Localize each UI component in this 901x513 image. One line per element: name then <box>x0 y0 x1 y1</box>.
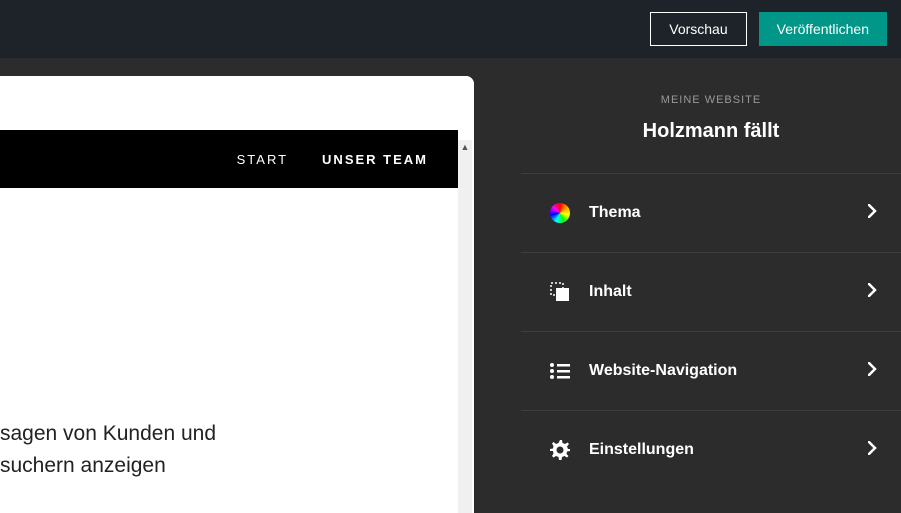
site-preview-header <box>0 76 474 130</box>
preview-scrollbar[interactable]: ▲ <box>458 140 472 513</box>
site-preview-content: sagen von Kunden und suchern anzeigen <box>0 188 474 481</box>
sidebar-item-settings[interactable]: Einstellungen <box>521 410 901 489</box>
color-wheel-icon <box>549 202 571 224</box>
preview-zone: START UNSER TEAM sagen von Kunden und su… <box>0 58 521 513</box>
editor-sidebar: MEINE WEBSITE Holzmann fällt Thema Inhal… <box>521 58 901 513</box>
scroll-up-icon[interactable]: ▲ <box>458 140 472 154</box>
preview-button[interactable]: Vorschau <box>650 12 746 46</box>
main-area: START UNSER TEAM sagen von Kunden und su… <box>0 58 901 513</box>
sidebar-item-theme[interactable]: Thema <box>521 173 901 252</box>
sidebar-item-content[interactable]: Inhalt <box>521 252 901 331</box>
content-icon <box>549 281 571 303</box>
sidebar-eyebrow: MEINE WEBSITE <box>541 94 881 106</box>
site-preview-nav: START UNSER TEAM <box>0 130 458 188</box>
sidebar-item-navigation[interactable]: Website-Navigation <box>521 331 901 410</box>
menu-label: Inhalt <box>589 283 850 301</box>
list-icon <box>549 360 571 382</box>
content-text-line: sagen von Kunden und <box>0 418 474 450</box>
content-text-line: suchern anzeigen <box>0 450 474 482</box>
menu-label: Website-Navigation <box>589 362 850 380</box>
publish-button[interactable]: Veröffentlichen <box>759 12 887 46</box>
chevron-right-icon <box>868 204 877 223</box>
chevron-right-icon <box>868 283 877 302</box>
chevron-right-icon <box>868 362 877 381</box>
sidebar-header: MEINE WEBSITE Holzmann fällt <box>521 58 901 173</box>
menu-label: Einstellungen <box>589 441 850 459</box>
website-title: Holzmann fällt <box>541 120 881 143</box>
top-bar: Vorschau Veröffentlichen <box>0 0 901 58</box>
nav-start-link[interactable]: START <box>237 152 288 167</box>
gear-icon <box>549 439 571 461</box>
menu-label: Thema <box>589 204 850 222</box>
chevron-right-icon <box>868 441 877 460</box>
website-preview[interactable]: START UNSER TEAM sagen von Kunden und su… <box>0 76 474 513</box>
nav-team-link[interactable]: UNSER TEAM <box>322 152 428 167</box>
